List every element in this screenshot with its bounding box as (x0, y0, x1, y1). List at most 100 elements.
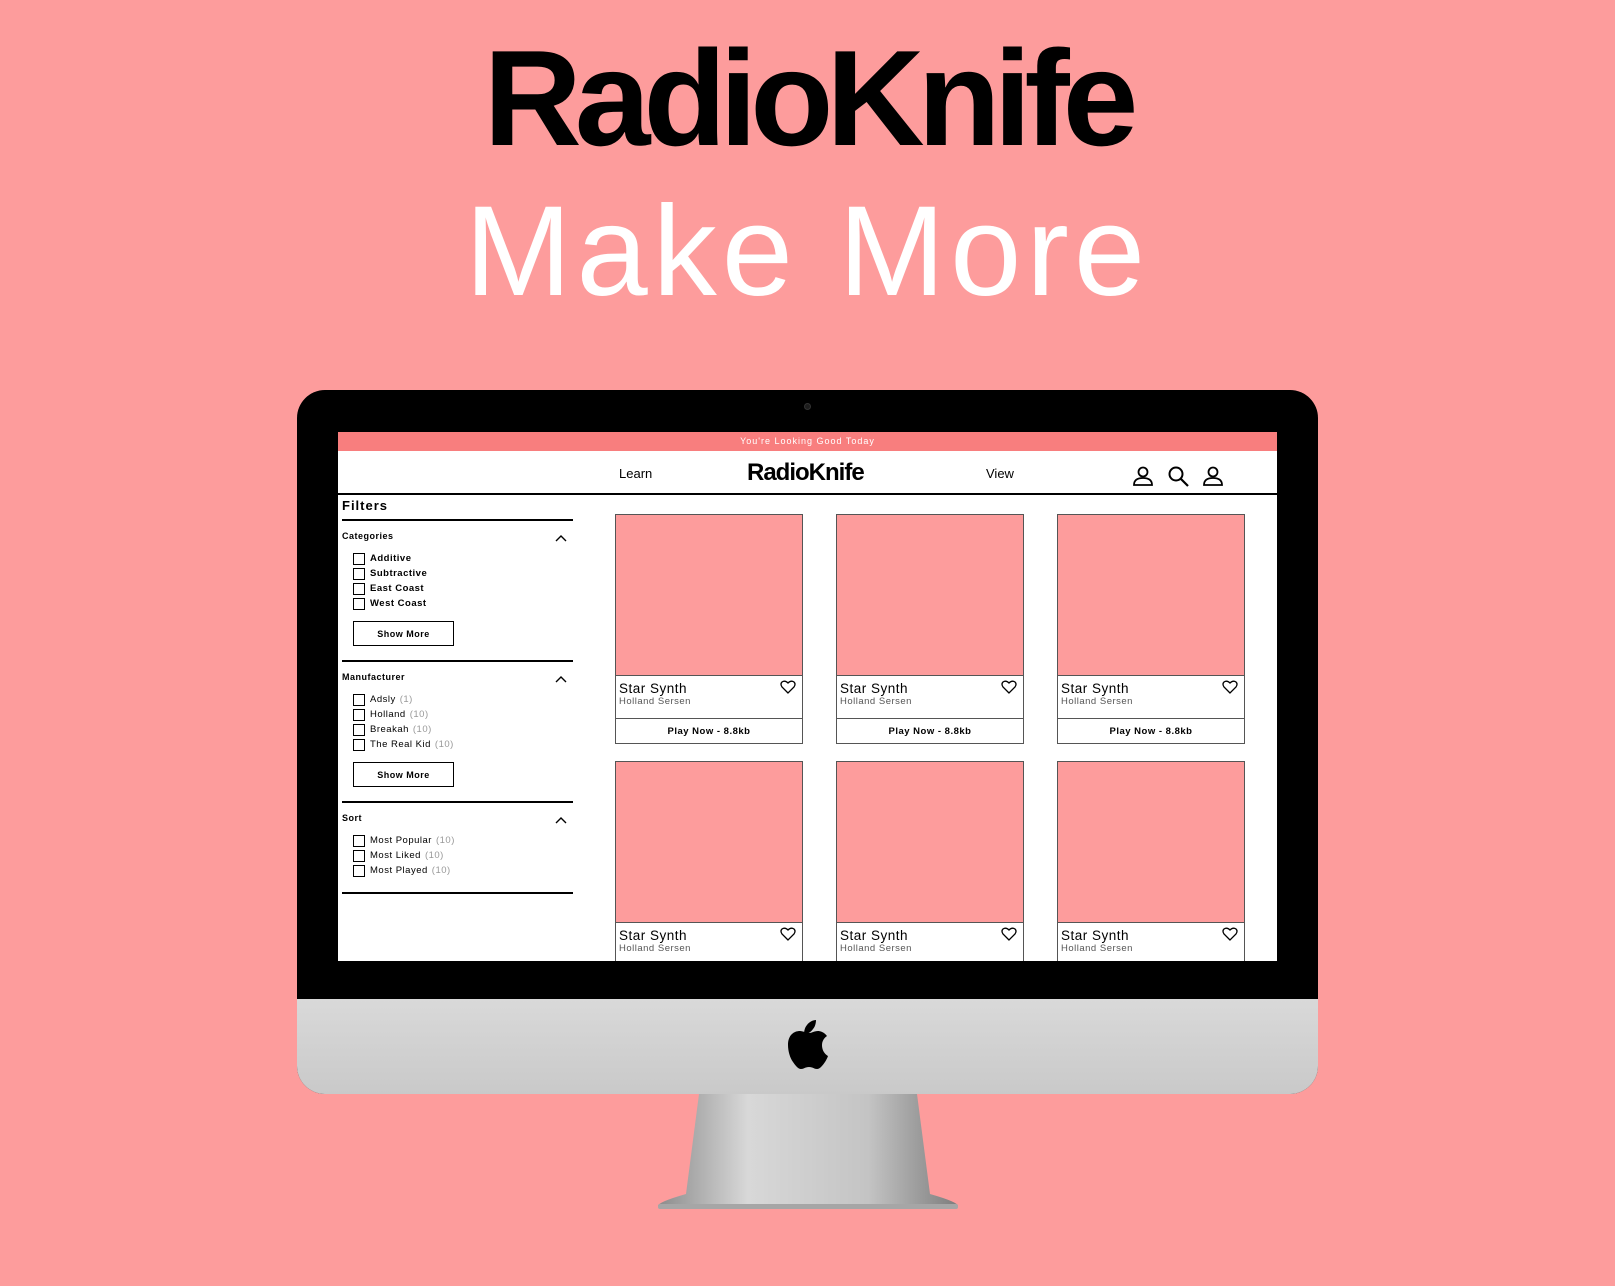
product-image[interactable] (1058, 515, 1244, 676)
product-card[interactable]: Star Synth Holland Sersen (1057, 761, 1245, 961)
option-label: Subtractive (370, 568, 428, 579)
product-maker: Holland Sersen (1061, 696, 1133, 707)
filters-sidebar: Filters Categories Additive Subtractive … (342, 498, 573, 894)
product-card[interactable]: Star Synth Holland Sersen Play Now - 8.8… (836, 514, 1024, 744)
apple-logo-icon (788, 1020, 828, 1069)
checkbox[interactable] (353, 834, 365, 847)
checkbox[interactable] (353, 552, 365, 565)
option-count: (1) (399, 694, 413, 705)
filter-section-manufacturer: Manufacturer Adsly (1) Holland (10) Breaka… (342, 662, 573, 803)
hero-title: RadioKnife (483, 22, 1139, 174)
show-more-button[interactable]: Show More (353, 621, 454, 646)
heart-icon[interactable] (1001, 680, 1017, 694)
option-label: Holland (370, 709, 406, 720)
filter-option[interactable]: West Coast (353, 596, 573, 611)
filter-option[interactable]: Additive (353, 551, 573, 566)
checkbox[interactable] (353, 849, 365, 862)
checkbox[interactable] (353, 582, 365, 595)
filter-option[interactable]: Holland (10) (353, 707, 573, 722)
option-label: The Real Kid (370, 739, 431, 750)
checkbox[interactable] (353, 723, 365, 736)
product-name[interactable]: Star Synth (840, 928, 908, 943)
website-screen: You're Looking Good Today Learn RadioKni… (338, 432, 1277, 961)
checkbox[interactable] (353, 738, 365, 751)
sort-option[interactable]: Most Played (10) (353, 863, 573, 878)
chevron-up-icon[interactable] (555, 816, 567, 824)
option-count: (10) (424, 850, 444, 861)
product-card[interactable]: Star Synth Holland Sersen Play Now - 8.8… (615, 514, 803, 744)
option-label: Breakah (370, 724, 409, 735)
monitor-stand (658, 1094, 958, 1209)
sort-option[interactable]: Most Liked (10) (353, 848, 573, 863)
option-count: (10) (409, 709, 429, 720)
search-icon[interactable] (1167, 465, 1189, 487)
chevron-up-icon[interactable] (555, 534, 567, 542)
checkbox[interactable] (353, 597, 365, 610)
product-image[interactable] (616, 515, 802, 676)
product-maker: Holland Sersen (619, 696, 691, 707)
product-maker: Holland Sersen (619, 943, 691, 954)
hero-subtitle: Make More (464, 180, 1151, 323)
play-now-button[interactable]: Play Now - 8.8kb (616, 718, 802, 744)
option-label: East Coast (370, 583, 425, 594)
filters-title: Filters (342, 498, 573, 521)
product-name[interactable]: Star Synth (619, 928, 687, 943)
user-icon[interactable] (1202, 465, 1224, 487)
product-name[interactable]: Star Synth (1061, 681, 1129, 696)
heart-icon[interactable] (780, 927, 796, 941)
option-label: Most Played (370, 865, 428, 876)
product-image[interactable] (837, 515, 1023, 676)
checkbox[interactable] (353, 693, 365, 706)
nav-link-learn[interactable]: Learn (619, 466, 652, 481)
nav-logo[interactable]: RadioKnife (747, 459, 865, 487)
product-maker: Holland Sersen (840, 696, 912, 707)
filter-option[interactable]: Breakah (10) (353, 722, 573, 737)
product-card[interactable]: Star Synth Holland Sersen Play Now - 8.8… (1057, 514, 1245, 744)
checkbox[interactable] (353, 864, 365, 877)
checkbox[interactable] (353, 708, 365, 721)
camera-icon (804, 403, 811, 410)
product-image[interactable] (1058, 762, 1244, 923)
filter-option[interactable]: Subtractive (353, 566, 573, 581)
product-card[interactable]: Star Synth Holland Sersen (836, 761, 1024, 961)
heart-icon[interactable] (1222, 680, 1238, 694)
product-card[interactable]: Star Synth Holland Sersen (615, 761, 803, 961)
filter-section-categories: Categories Additive Subtractive East Coa… (342, 521, 573, 662)
option-count: (10) (412, 724, 432, 735)
option-label: Most Liked (370, 850, 421, 861)
filter-option[interactable]: East Coast (353, 581, 573, 596)
sort-option[interactable]: Most Popular (10) (353, 833, 573, 848)
heart-icon[interactable] (1222, 927, 1238, 941)
filter-option[interactable]: The Real Kid (10) (353, 737, 573, 752)
play-now-button[interactable]: Play Now - 8.8kb (837, 718, 1023, 744)
nav-link-view[interactable]: View (986, 466, 1014, 481)
show-more-button[interactable]: Show More (353, 762, 454, 787)
product-image[interactable] (837, 762, 1023, 923)
checkbox[interactable] (353, 567, 365, 580)
announcement-bar: You're Looking Good Today (338, 432, 1277, 451)
section-title: Sort (342, 813, 362, 823)
account-icon[interactable] (1132, 465, 1154, 487)
option-count: (10) (431, 865, 451, 876)
product-maker: Holland Sersen (1061, 943, 1133, 954)
option-label: Adsly (370, 694, 396, 705)
product-image[interactable] (616, 762, 802, 923)
play-now-button[interactable]: Play Now - 8.8kb (1058, 718, 1244, 744)
chevron-up-icon[interactable] (555, 675, 567, 683)
option-count: (10) (435, 835, 455, 846)
section-title: Manufacturer (342, 672, 406, 682)
product-name[interactable]: Star Synth (1061, 928, 1129, 943)
heart-icon[interactable] (1001, 927, 1017, 941)
filter-option[interactable]: Adsly (1) (353, 692, 573, 707)
option-count: (10) (434, 739, 454, 750)
section-title: Categories (342, 531, 394, 541)
option-label: Additive (370, 553, 412, 564)
product-maker: Holland Sersen (840, 943, 912, 954)
option-label: Most Popular (370, 835, 432, 846)
filter-section-sort: Sort Most Popular (10) Most Liked (10) Mos… (342, 803, 573, 894)
heart-icon[interactable] (780, 680, 796, 694)
top-nav: Learn RadioKnife View (338, 451, 1277, 495)
product-name[interactable]: Star Synth (619, 681, 687, 696)
product-name[interactable]: Star Synth (840, 681, 908, 696)
option-label: West Coast (370, 598, 427, 609)
